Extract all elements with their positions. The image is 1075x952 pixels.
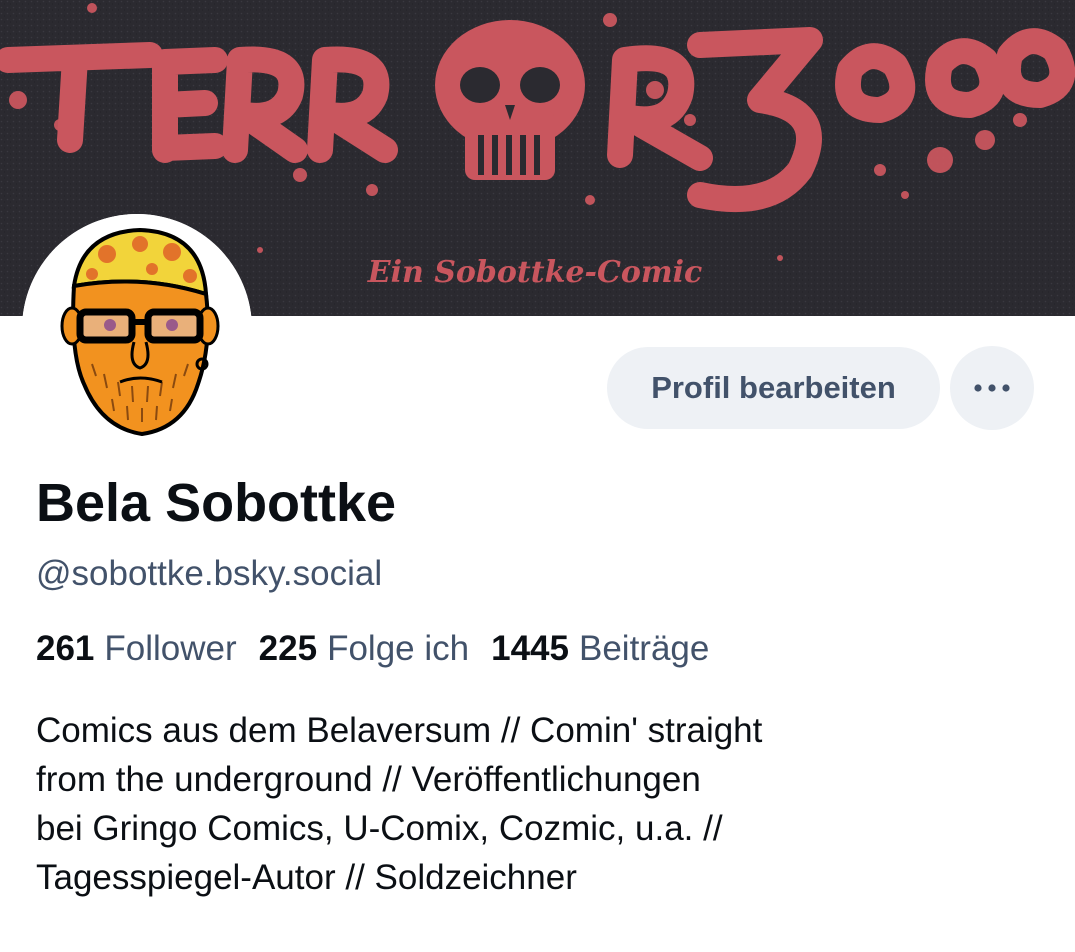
following-count: 225 <box>258 629 318 668</box>
avatar-illustration <box>22 214 252 444</box>
profile-stats: 261 Follower 225 Folge ich 1445 Beiträge <box>36 627 731 671</box>
profile-handle: @sobottke.bsky.social <box>36 554 383 593</box>
bio-line: Tagesspiegel-Autor // Soldzeichner <box>36 858 577 897</box>
followers-label: Follower <box>104 629 237 668</box>
following-label: Folge ich <box>327 629 470 668</box>
bio-line: Comics aus dem Belaversum // Comin' stra… <box>36 711 763 750</box>
followers-count: 261 <box>36 629 95 668</box>
more-options-button[interactable] <box>950 346 1034 430</box>
following-stat[interactable]: 225 Folge ich <box>259 627 469 671</box>
followers-stat[interactable]: 261 Follower <box>36 627 237 671</box>
edit-profile-button[interactable]: Profil bearbeiten <box>607 347 940 429</box>
display-name: Bela Sobottke <box>36 473 397 533</box>
bio-line: bei Gringo Comics, U-Comix, Cozmic, u.a.… <box>36 809 723 848</box>
ellipsis-icon <box>974 384 1010 392</box>
posts-stat: 1445 Beiträge <box>491 627 709 671</box>
avatar[interactable] <box>22 214 252 444</box>
posts-count: 1445 <box>491 629 569 668</box>
profile-bio: Comics aus dem Belaversum // Comin' stra… <box>36 706 996 902</box>
bio-line: from the underground // Veröffentlichung… <box>36 760 701 799</box>
posts-label: Beiträge <box>578 629 710 668</box>
banner-subtitle-art: Ein Sobottke-Comic <box>367 255 703 290</box>
